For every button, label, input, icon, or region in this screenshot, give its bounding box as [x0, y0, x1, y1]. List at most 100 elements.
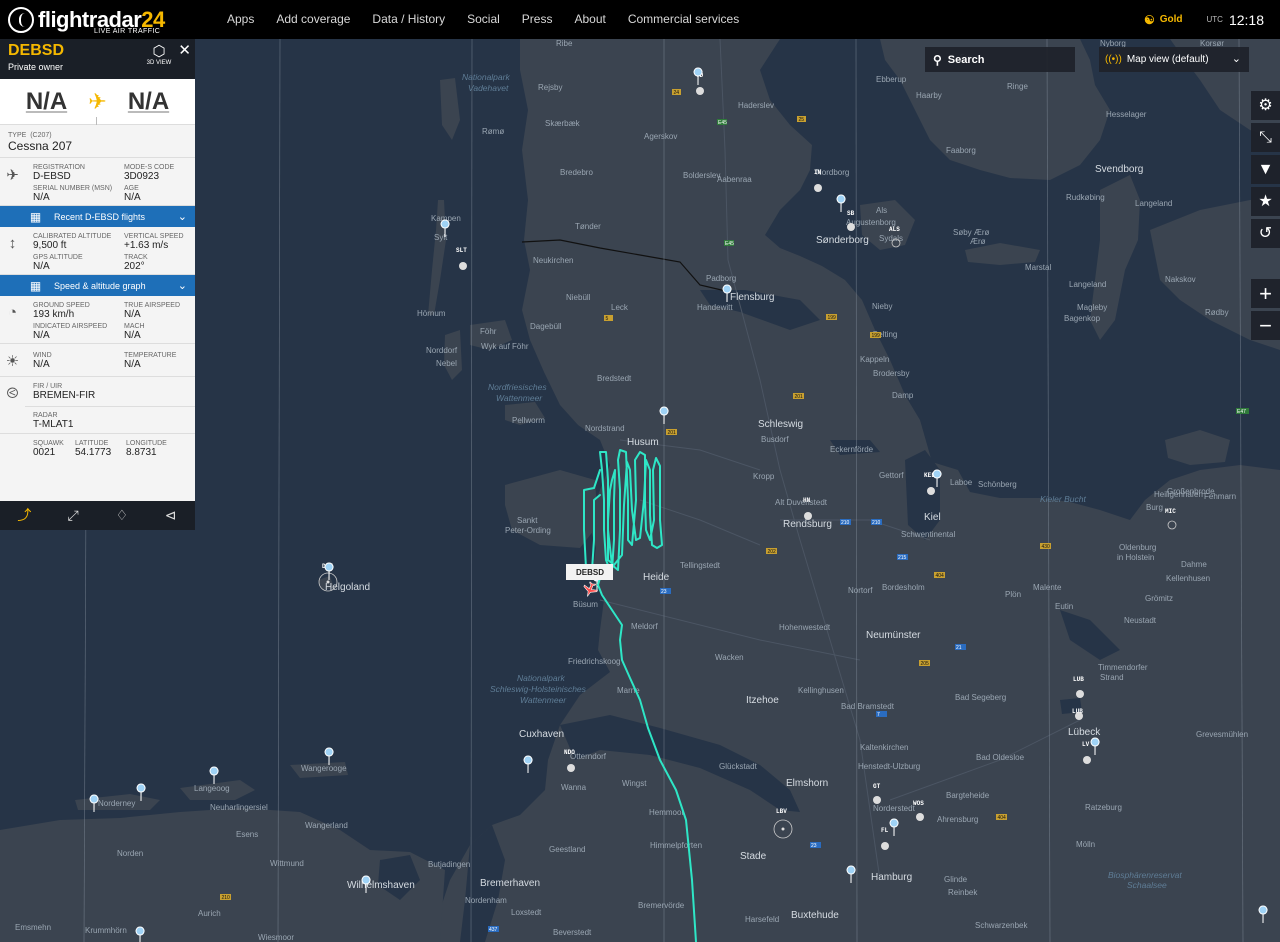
svg-text:Bredebro: Bredebro — [560, 168, 593, 177]
svg-text:Sankt: Sankt — [517, 516, 538, 525]
map-view-dropdown[interactable]: ((•)) Map view (default) ⌄ — [1099, 47, 1249, 72]
svg-text:Neukirchen: Neukirchen — [533, 256, 573, 265]
logo[interactable]: flightradar24 LIVE AIR TRAFFIC — [8, 0, 208, 39]
nav-commercial-services[interactable]: Commercial services — [617, 0, 750, 39]
airline-owner: Private owner — [8, 62, 64, 72]
svg-text:Bredstedt: Bredstedt — [597, 374, 632, 383]
antenna-icon: ⧀ — [6, 385, 19, 402]
gs-value: 193 km/h — [33, 309, 75, 320]
svg-text:Flensburg: Flensburg — [730, 292, 774, 303]
minus-icon[interactable]: − — [1251, 311, 1280, 340]
type-name: Cessna 207 — [8, 139, 73, 153]
svg-text:Ærø: Ærø — [970, 237, 986, 246]
broadcast-icon: ((•)) — [1105, 54, 1122, 65]
svg-text:25: 25 — [799, 117, 805, 123]
svg-text:Neustadt: Neustadt — [1124, 616, 1157, 625]
temp-value: N/A — [124, 359, 141, 370]
plus-icon[interactable]: + — [1251, 279, 1280, 308]
svg-text:Peter-Ording: Peter-Ording — [505, 526, 551, 535]
fir-label: FIR / UIR — [33, 383, 63, 390]
svg-text:Schleswig: Schleswig — [758, 419, 803, 430]
svg-text:Nebel: Nebel — [436, 359, 457, 368]
svg-text:Rejsby: Rejsby — [538, 83, 562, 92]
svg-text:Mölln: Mölln — [1076, 840, 1095, 849]
collapse-icon[interactable]: ⤢ — [49, 501, 98, 530]
svg-text:Haderslev: Haderslev — [738, 101, 774, 110]
svg-text:Meldorf: Meldorf — [631, 622, 658, 631]
msn-value: N/A — [33, 192, 50, 203]
zoom-controls: + − — [1251, 279, 1280, 343]
type-code: (C207) — [30, 132, 52, 139]
3d-view-button[interactable]: ⬡ 3D VIEW — [143, 44, 175, 67]
weather-icon: ☀ — [5, 353, 20, 370]
svg-text:Faaborg: Faaborg — [946, 146, 976, 155]
fullscreen-icon[interactable]: ⤡ — [1251, 123, 1280, 152]
chevron-down-icon: ⌄ — [1231, 53, 1241, 65]
modes-value: 3D0923 — [124, 171, 160, 182]
nav-press[interactable]: Press — [511, 0, 564, 39]
svg-text:Eutin: Eutin — [1055, 602, 1073, 611]
svg-text:WOS: WOS — [913, 800, 924, 807]
nav-about[interactable]: About — [563, 0, 616, 39]
svg-text:Bremerhaven: Bremerhaven — [480, 878, 540, 889]
svg-text:Aabenraa: Aabenraa — [717, 175, 752, 184]
route-summary: N/A ✈ N/A — [0, 79, 195, 125]
nav-social[interactable]: Social — [456, 0, 511, 39]
svg-text:Friedrichskoog: Friedrichskoog — [568, 657, 620, 666]
age-value: N/A — [124, 192, 141, 203]
svg-text:Kappeln: Kappeln — [860, 355, 889, 364]
svg-text:FL: FL — [881, 827, 889, 834]
svg-text:Malente: Malente — [1033, 583, 1062, 592]
vspeed-label: VERTICAL SPEED — [124, 233, 184, 240]
nav-apps[interactable]: Apps — [216, 0, 265, 39]
svg-text:Hörnum: Hörnum — [417, 309, 446, 318]
svg-text:199: 199 — [828, 315, 837, 321]
svg-text:Tellingstedt: Tellingstedt — [680, 561, 721, 570]
type-label: TYPE — [8, 132, 27, 139]
star-icon[interactable]: ★ — [1251, 187, 1280, 216]
svg-text:Beverstedt: Beverstedt — [553, 928, 592, 937]
svg-text:Itzehoe: Itzehoe — [746, 695, 779, 706]
aircraft-type: TYPE (C207) Cessna 207 — [0, 125, 195, 158]
chevron-down-icon: ⌄ — [177, 280, 187, 292]
filter-icon[interactable]: ▼ — [1251, 155, 1280, 184]
svg-text:Magleby: Magleby — [1077, 303, 1107, 312]
svg-text:Damp: Damp — [892, 391, 914, 400]
svg-text:Norddorf: Norddorf — [426, 346, 458, 355]
svg-text:Brodersby: Brodersby — [873, 369, 909, 378]
svg-text:SLT: SLT — [456, 247, 467, 254]
share-icon[interactable]: ⊲ — [146, 501, 195, 530]
map-view-label: Map view (default) — [1126, 54, 1209, 65]
svg-text:Wittmund: Wittmund — [270, 859, 304, 868]
nav-data-history[interactable]: Data / History — [361, 0, 456, 39]
svg-text:Elmshorn: Elmshorn — [786, 778, 828, 789]
destination-airport[interactable]: N/A — [115, 88, 183, 116]
account-button[interactable]: ☯ Gold — [1144, 13, 1183, 27]
wind-label: WIND — [33, 352, 52, 359]
speedometer-icon: ◔ — [7, 304, 18, 321]
route-icon[interactable]: ⤴ — [0, 501, 49, 530]
search-label: Search — [947, 53, 985, 66]
search-box[interactable]: ⚲ Search — [925, 47, 1075, 72]
svg-text:Ebberup: Ebberup — [876, 75, 907, 84]
speed-graph-toggle[interactable]: ▦ Speed & altitude graph ⌄ — [0, 275, 195, 296]
svg-text:Wattenmeer: Wattenmeer — [520, 695, 567, 705]
close-icon[interactable]: ✕ — [178, 41, 191, 59]
svg-text:Henstedt-Ulzburg: Henstedt-Ulzburg — [858, 762, 920, 771]
aircraft-label: DEBSD — [566, 564, 613, 580]
svg-text:Langeland: Langeland — [1135, 199, 1172, 208]
bell-icon[interactable]: ♢ — [98, 501, 147, 530]
nav-add-coverage[interactable]: Add coverage — [265, 0, 361, 39]
svg-text:Nortorf: Nortorf — [848, 586, 873, 595]
history-icon[interactable]: ↺ — [1251, 219, 1280, 248]
utc-clock: 12:18 — [1228, 11, 1264, 28]
svg-text:Norderstedt: Norderstedt — [873, 804, 916, 813]
route-divider — [96, 117, 97, 125]
recent-flights-toggle[interactable]: ▦ Recent D-EBSD flights ⌄ — [0, 206, 195, 227]
origin-airport[interactable]: N/A — [13, 88, 81, 116]
gear-icon[interactable]: ⚙ — [1251, 91, 1280, 120]
svg-text:Krummhörn: Krummhörn — [85, 926, 127, 935]
svg-text:LUB: LUB — [1072, 708, 1083, 715]
svg-text:Rendsburg: Rendsburg — [783, 519, 832, 530]
svg-text:Alt Duvenstedt: Alt Duvenstedt — [775, 498, 828, 507]
